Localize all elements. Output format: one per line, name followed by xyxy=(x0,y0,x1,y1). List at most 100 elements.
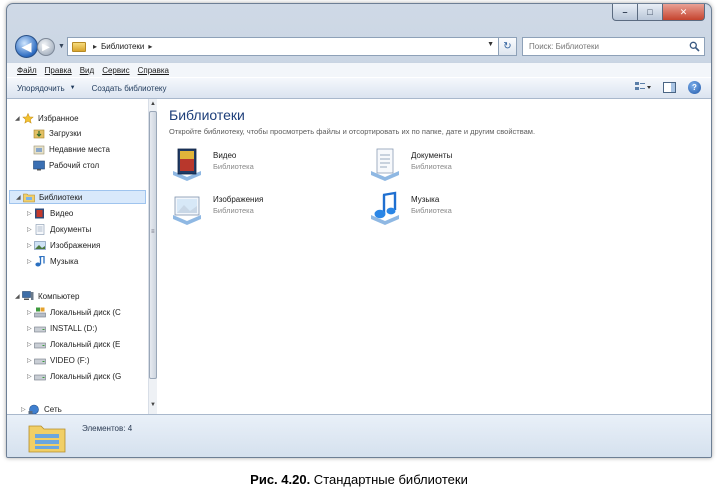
collapsed-triangle-icon[interactable]: ▷ xyxy=(27,242,34,249)
preview-pane-icon[interactable] xyxy=(663,82,676,93)
tree-item-drive-c[interactable]: ▷ Локальный диск (C xyxy=(27,305,121,319)
tree-libraries[interactable]: ◢ Библиотеки xyxy=(9,190,146,204)
tree-label: Сеть xyxy=(44,404,62,414)
menu-view[interactable]: Вид xyxy=(80,66,94,75)
library-tile-documents[interactable]: Документы Библиотека xyxy=(369,147,452,181)
tree-item-pictures[interactable]: ▷ Изображения xyxy=(27,238,100,252)
collapsed-triangle-icon[interactable]: ▷ xyxy=(21,406,28,413)
tree-item-recent-places[interactable]: Недавние места xyxy=(33,142,110,156)
library-tile-music[interactable]: Музыка Библиотека xyxy=(369,191,452,225)
tree-item-video[interactable]: ▷ Видео xyxy=(27,206,73,220)
library-tile-video[interactable]: Видео Библиотека xyxy=(171,147,254,181)
navigation-scrollbar[interactable]: ▲ ≡ ▼ xyxy=(148,99,157,414)
menu-file[interactable]: Файл xyxy=(17,66,37,75)
library-name: Музыка xyxy=(411,195,440,204)
drive-icon xyxy=(34,326,46,332)
collapsed-triangle-icon[interactable]: ▷ xyxy=(27,357,34,364)
collapsed-triangle-icon[interactable]: ▷ xyxy=(27,258,34,265)
breadcrumb-chevron-icon[interactable]: ▸ xyxy=(148,42,152,51)
tree-item-downloads[interactable]: Загрузки xyxy=(33,126,81,140)
drive-icon xyxy=(34,342,46,348)
maximize-button[interactable]: □ xyxy=(638,4,663,21)
tree-item-drive-e[interactable]: ▷ Локальный диск (E xyxy=(27,337,120,351)
close-button[interactable]: ✕ xyxy=(663,4,705,21)
figure-caption: Рис. 4.20. Стандартные библиотеки xyxy=(0,472,718,487)
library-name: Документы xyxy=(411,151,453,160)
library-tile-pictures[interactable]: Изображения Библиотека xyxy=(171,191,263,225)
collapsed-triangle-icon[interactable]: ▷ xyxy=(27,226,34,233)
tree-favorites[interactable]: ◢ Избранное xyxy=(15,111,79,125)
tree-label: Локальный диск (C xyxy=(50,307,121,317)
collapsed-triangle-icon[interactable]: ▷ xyxy=(27,210,34,217)
organize-label: Упорядочить xyxy=(17,83,65,93)
page-description: Откройте библиотеку, чтобы просмотреть ф… xyxy=(169,127,536,136)
back-button[interactable]: ◀ xyxy=(15,35,38,58)
drive-icon xyxy=(34,358,46,364)
search-input[interactable] xyxy=(529,42,684,51)
menu-edit[interactable]: Правка xyxy=(45,66,72,75)
tree-label: Видео xyxy=(50,208,74,218)
tree-label: INSTALL (D:) xyxy=(50,323,98,333)
documents-icon xyxy=(35,223,45,235)
tree-label: Рабочий стол xyxy=(49,160,100,170)
address-dropdown-icon[interactable]: ▼ xyxy=(487,41,494,48)
tree-label: Изображения xyxy=(50,240,101,250)
minimize-button[interactable]: – xyxy=(612,4,638,21)
search-box[interactable] xyxy=(522,37,705,56)
tree-item-drive-g[interactable]: ▷ Локальный диск (G xyxy=(27,369,121,383)
music-library-icon xyxy=(371,191,399,225)
toolbar-right-group: ? xyxy=(635,81,701,94)
navigation-pane[interactable]: ◢ Избранное Загрузки Недавние места Рабо… xyxy=(7,99,148,414)
expanded-triangle-icon[interactable]: ◢ xyxy=(16,194,23,201)
menu-help[interactable]: Справка xyxy=(138,66,169,75)
chevron-down-icon: ▼ xyxy=(69,85,76,91)
scroll-up-icon[interactable]: ▲ xyxy=(149,100,157,109)
expanded-triangle-icon[interactable]: ◢ xyxy=(15,115,22,122)
tree-label: Загрузки xyxy=(49,128,82,138)
new-library-label: Создать библиотеку xyxy=(91,83,167,93)
organize-button[interactable]: Упорядочить ▼ xyxy=(17,84,76,93)
menu-tools[interactable]: Сервис xyxy=(102,66,129,75)
tree-item-documents[interactable]: ▷ Документы xyxy=(27,222,91,236)
details-pane: Элементов: 4 xyxy=(7,414,711,457)
expanded-triangle-icon[interactable]: ◢ xyxy=(15,293,22,300)
refresh-button[interactable]: ↻ xyxy=(499,37,517,56)
desktop-icon xyxy=(33,160,45,170)
collapsed-triangle-icon[interactable]: ▷ xyxy=(27,309,34,316)
breadcrumb-chevron-icon[interactable]: ▸ xyxy=(93,42,97,51)
tree-item-music[interactable]: ▷ Музыка xyxy=(27,254,78,268)
search-icon[interactable] xyxy=(689,41,700,52)
tree-item-desktop[interactable]: Рабочий стол xyxy=(33,158,99,172)
collapsed-triangle-icon[interactable]: ▷ xyxy=(27,325,34,332)
downloads-folder-icon xyxy=(33,129,45,138)
breadcrumb-libraries[interactable]: Библиотеки xyxy=(101,42,144,51)
collapsed-triangle-icon[interactable]: ▷ xyxy=(27,341,34,348)
address-bar[interactable]: ▸ Библиотеки ▸ ▼ xyxy=(67,37,499,56)
tree-computer[interactable]: ◢ Компьютер xyxy=(15,289,79,303)
forward-button[interactable]: ▶ xyxy=(37,38,55,56)
video-icon xyxy=(35,208,44,218)
tree-label: Недавние места xyxy=(49,144,110,154)
help-icon[interactable]: ? xyxy=(688,81,701,94)
tree-network[interactable]: ▷ Сеть xyxy=(21,402,62,414)
recent-places-icon xyxy=(33,145,45,154)
navigation-row: ◀ ▶ ▼ ▸ Библиотеки ▸ ▼ ↻ xyxy=(7,32,711,62)
system-drive-icon xyxy=(34,307,46,317)
new-library-button[interactable]: Создать библиотеку xyxy=(92,84,167,93)
tree-label: Документы xyxy=(50,224,92,234)
recent-pages-dropdown[interactable]: ▼ xyxy=(58,43,65,50)
scroll-down-icon[interactable]: ▼ xyxy=(149,401,157,410)
music-icon xyxy=(35,255,45,266)
scrollbar-thumb[interactable] xyxy=(149,111,157,379)
change-view-icon[interactable] xyxy=(635,81,651,94)
collapsed-triangle-icon[interactable]: ▷ xyxy=(27,373,34,380)
pictures-library-icon xyxy=(173,196,201,225)
computer-icon xyxy=(22,290,34,300)
folder-icon xyxy=(72,41,86,52)
libraries-folder-icon xyxy=(23,193,35,202)
tree-item-drive-d[interactable]: ▷ INSTALL (D:) xyxy=(27,321,97,335)
network-icon xyxy=(28,404,39,414)
tree-item-drive-f[interactable]: ▷ VIDEO (F:) xyxy=(27,353,90,367)
library-tile-text: Видео Библиотека xyxy=(213,147,254,171)
pictures-icon xyxy=(34,240,46,250)
